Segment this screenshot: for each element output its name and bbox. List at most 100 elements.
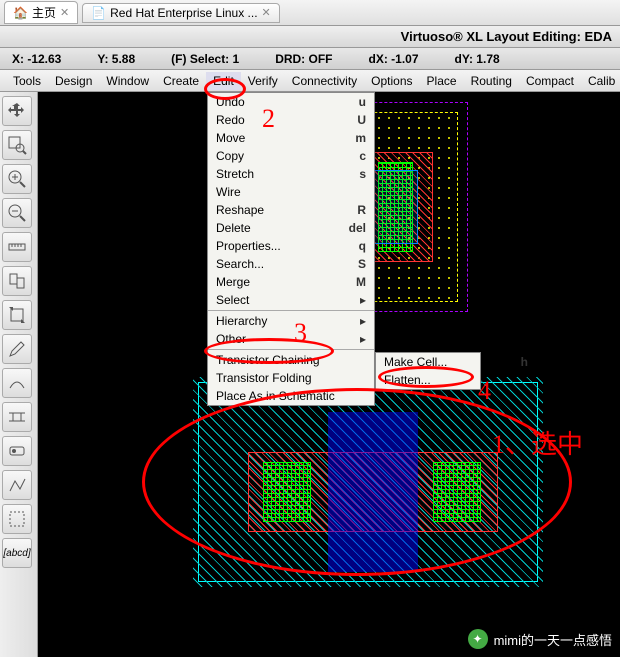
tool-ruler[interactable]	[2, 232, 32, 262]
window-title: Virtuoso® XL Layout Editing: EDA	[401, 29, 612, 44]
edit-menu-hierarchy[interactable]: Hierarchy▸	[208, 312, 374, 330]
submenu-arrow-icon: ▸	[360, 332, 366, 346]
tab-rhel[interactable]: 📄 Red Hat Enterprise Linux ... ✕	[82, 3, 280, 23]
menu-design[interactable]: Design	[48, 72, 99, 90]
menu-shortcut: U	[333, 113, 366, 127]
tool-select-box[interactable]	[2, 504, 32, 534]
menu-place[interactable]: Place	[420, 72, 464, 90]
menu-item-label: Transistor Chaining	[216, 353, 342, 367]
edit-menu-stretch[interactable]: Stretchs	[208, 165, 374, 183]
tool-wire-arc[interactable]	[2, 368, 32, 398]
edit-menu-properties-[interactable]: Properties...q	[208, 237, 374, 255]
close-icon[interactable]: ✕	[60, 6, 69, 19]
status-dy: dY: 1.78	[455, 52, 500, 66]
menu-shortcut: s	[335, 167, 366, 181]
menu-verify[interactable]: Verify	[241, 72, 285, 90]
menu-item-label: Make Cell...	[384, 355, 497, 369]
tool-rect-zoom[interactable]	[2, 130, 32, 160]
tab-label: 主页	[32, 4, 56, 21]
tool-stretch[interactable]	[2, 300, 32, 330]
menu-item-label: Properties...	[216, 239, 335, 253]
menu-shortcut: S	[334, 257, 366, 271]
edit-menu-merge[interactable]: MergeM	[208, 273, 374, 291]
menu-item-label: Wire	[216, 185, 342, 199]
menu-options[interactable]: Options	[364, 72, 419, 90]
tool-split-h[interactable]	[2, 402, 32, 432]
edit-menu-transistor-folding[interactable]: Transistor Folding	[208, 369, 374, 387]
menu-separator	[208, 310, 374, 311]
menu-item-label: Other	[216, 332, 360, 346]
menu-shortcut: h	[497, 355, 528, 369]
close-icon[interactable]: ✕	[262, 6, 271, 19]
menu-item-label: Transistor Folding	[216, 371, 342, 385]
menu-shortcut: c	[335, 149, 366, 163]
tool-zoom-out[interactable]	[2, 198, 32, 228]
edit-menu-other[interactable]: Other▸	[208, 330, 374, 348]
wechat-icon: ✦	[468, 629, 488, 649]
status-y: Y: 5.88	[97, 52, 135, 66]
menu-shortcut: u	[335, 95, 366, 109]
status-select: (F) Select: 1	[171, 52, 239, 66]
menu-connectivity[interactable]: Connectivity	[285, 72, 364, 90]
menu-separator	[208, 349, 374, 350]
menu-item-label: Place As in Schematic	[216, 389, 342, 403]
tab-home[interactable]: 🏠 主页 ✕	[4, 1, 78, 24]
edit-menu-move[interactable]: Movem	[208, 129, 374, 147]
tool-zoom-in[interactable]	[2, 164, 32, 194]
edit-menu-search-[interactable]: Search...S	[208, 255, 374, 273]
menu-edit[interactable]: Edit	[206, 72, 241, 90]
coord-status-bar: X: -12.63 Y: 5.88 (F) Select: 1 DRD: OFF…	[0, 48, 620, 70]
menu-window[interactable]: Window	[99, 72, 156, 90]
layout-poly-bot-l	[263, 462, 311, 522]
edit-menu-select[interactable]: Select▸	[208, 291, 374, 309]
edit-menu-undo[interactable]: Undou	[208, 93, 374, 111]
edit-menu-place-as-in-schematic[interactable]: Place As in Schematic	[208, 387, 374, 405]
menu-shortcut	[342, 353, 366, 367]
tool-abcd-label[interactable]: [abcd]	[2, 538, 32, 568]
menu-tools[interactable]: Tools	[6, 72, 48, 90]
menu-compact[interactable]: Compact	[519, 72, 581, 90]
watermark-text: mimi的一天一点感悟	[494, 630, 612, 649]
home-icon: 🏠	[13, 6, 28, 20]
tool-toggle[interactable]	[2, 436, 32, 466]
menu-shortcut	[342, 185, 366, 199]
edit-menu-dropdown[interactable]: UndouRedoUMovemCopycStretchsWireReshapeR…	[207, 92, 375, 406]
menu-shortcut: R	[333, 203, 366, 217]
layout-metal-bot	[328, 412, 418, 572]
menu-item-label: Reshape	[216, 203, 333, 217]
left-toolbox: [abcd]	[0, 92, 38, 657]
menu-item-label: Copy	[216, 149, 335, 163]
menu-routing[interactable]: Routing	[464, 72, 519, 90]
menu-item-label: Undo	[216, 95, 335, 109]
tool-path[interactable]	[2, 470, 32, 500]
submenu-arrow-icon: ▸	[360, 314, 366, 328]
tool-pages[interactable]	[2, 266, 32, 296]
status-dx: dX: -1.07	[369, 52, 419, 66]
edit-menu-copy[interactable]: Copyc	[208, 147, 374, 165]
menu-create[interactable]: Create	[156, 72, 206, 90]
edit-menu-delete[interactable]: Deletedel	[208, 219, 374, 237]
watermark: ✦ mimi的一天一点感悟	[468, 629, 612, 649]
edit-menu-transistor-chaining[interactable]: Transistor Chaining	[208, 351, 374, 369]
page-icon: 📄	[91, 6, 106, 20]
menu-shortcut: M	[332, 275, 366, 289]
edit-menu-redo[interactable]: RedoU	[208, 111, 374, 129]
hierarchy-flatten-[interactable]: Flatten...	[376, 371, 536, 389]
menu-calib[interactable]: Calib	[581, 72, 620, 90]
menu-item-label: Flatten...	[384, 373, 504, 387]
menu-item-label: Hierarchy	[216, 314, 360, 328]
window-title-bar: Virtuoso® XL Layout Editing: EDA	[0, 26, 620, 48]
tool-arrows[interactable]	[2, 96, 32, 126]
status-x: X: -12.63	[12, 52, 61, 66]
tool-pencil[interactable]	[2, 334, 32, 364]
hierarchy-make-cell-[interactable]: Make Cell...h	[376, 353, 536, 371]
edit-menu-reshape[interactable]: ReshapeR	[208, 201, 374, 219]
menu-item-label: Delete	[216, 221, 325, 235]
menu-shortcut	[504, 373, 528, 387]
hierarchy-submenu[interactable]: Make Cell...hFlatten...	[375, 352, 481, 390]
menu-shortcut	[342, 389, 366, 403]
menu-shortcut: del	[325, 221, 366, 235]
edit-menu-wire[interactable]: Wire	[208, 183, 374, 201]
menu-shortcut: m	[331, 131, 366, 145]
tab-label: Red Hat Enterprise Linux ...	[110, 6, 257, 20]
